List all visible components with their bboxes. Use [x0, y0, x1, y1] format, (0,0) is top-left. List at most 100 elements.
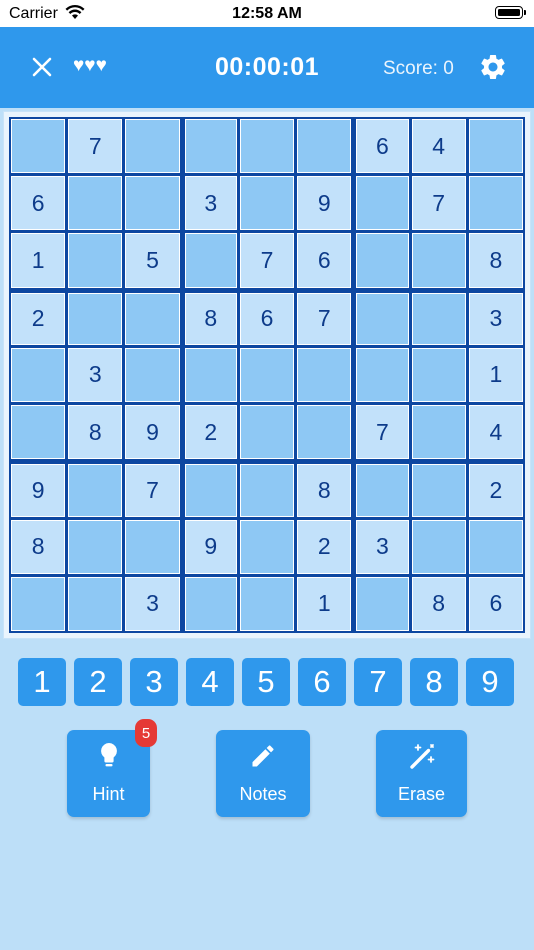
sudoku-cell-r6c1[interactable] [11, 405, 66, 460]
sudoku-cell-r1c9[interactable] [468, 119, 523, 174]
sudoku-cell-r4c5[interactable]: 6 [239, 292, 295, 345]
sudoku-cell-r1c7[interactable]: 6 [356, 119, 409, 174]
numpad-button-3[interactable]: 3 [130, 658, 178, 706]
sudoku-cell-r9c7[interactable] [356, 576, 409, 631]
sudoku-cell-r1c2[interactable]: 7 [68, 119, 123, 174]
sudoku-cell-r6c4[interactable]: 2 [184, 405, 237, 460]
sudoku-cell-r6c6[interactable] [297, 405, 352, 460]
sudoku-cell-r6c8[interactable] [411, 405, 466, 460]
numpad-button-2[interactable]: 2 [74, 658, 122, 706]
sudoku-cell-r2c5[interactable] [239, 176, 295, 231]
sudoku-cell-r8c2[interactable] [68, 519, 123, 574]
sudoku-cell-r5c9[interactable]: 1 [468, 347, 523, 403]
sudoku-cell-r4c7[interactable] [356, 292, 409, 345]
app-bar: ♥♥♥ 00:00:01 Score: 0 [0, 27, 534, 108]
sudoku-cell-r6c2[interactable]: 8 [68, 405, 123, 460]
sudoku-cell-r1c1[interactable] [11, 119, 66, 174]
sudoku-cell-r9c3[interactable]: 3 [125, 576, 180, 631]
sudoku-cell-r4c3[interactable] [125, 292, 180, 345]
settings-button[interactable] [478, 52, 508, 82]
sudoku-cell-r1c4[interactable] [184, 119, 237, 174]
erase-label: Erase [397, 784, 446, 804]
sudoku-cell-r8c1[interactable]: 8 [11, 519, 66, 574]
sudoku-cell-r5c1[interactable] [11, 347, 66, 403]
sudoku-cell-r3c4[interactable] [184, 233, 237, 288]
sudoku-cell-r6c3[interactable]: 9 [125, 405, 180, 460]
numpad-button-7[interactable]: 7 [354, 658, 402, 706]
numpad-button-6[interactable]: 6 [298, 658, 346, 706]
gear-icon [481, 54, 505, 79]
sudoku-cell-r5c7[interactable] [356, 347, 409, 403]
sudoku-cell-r7c2[interactable] [68, 464, 123, 517]
sudoku-cell-r2c7[interactable] [356, 176, 409, 231]
sudoku-cell-r9c5[interactable] [239, 576, 295, 631]
sudoku-cell-r7c5[interactable] [239, 464, 295, 517]
sudoku-cell-r8c3[interactable] [125, 519, 180, 574]
numpad-button-4[interactable]: 4 [186, 658, 234, 706]
sudoku-cell-r5c6[interactable] [297, 347, 352, 403]
sudoku-cell-r4c1[interactable]: 2 [11, 292, 66, 345]
sudoku-cell-r2c6[interactable]: 9 [297, 176, 352, 231]
sudoku-cell-r8c7[interactable]: 3 [356, 519, 409, 574]
sudoku-cell-r7c8[interactable] [411, 464, 466, 517]
sudoku-cell-r1c3[interactable] [125, 119, 180, 174]
erase-button[interactable]: Erase [376, 730, 467, 817]
sudoku-cell-r6c9[interactable]: 4 [468, 405, 523, 460]
sudoku-cell-r5c5[interactable] [239, 347, 295, 403]
sudoku-cell-r4c8[interactable] [411, 292, 466, 345]
numpad-button-5[interactable]: 5 [242, 658, 290, 706]
sudoku-cell-r2c9[interactable] [468, 176, 523, 231]
sudoku-cell-r3c1[interactable]: 1 [11, 233, 66, 288]
number-pad: 123456789 [0, 658, 534, 706]
sudoku-cell-r2c2[interactable] [68, 176, 123, 231]
sudoku-cell-r2c4[interactable]: 3 [184, 176, 237, 231]
sudoku-cell-r7c3[interactable]: 7 [125, 464, 180, 517]
sudoku-cell-r2c8[interactable]: 7 [411, 176, 466, 231]
sudoku-cell-r4c6[interactable]: 7 [297, 292, 352, 345]
sudoku-cell-r2c3[interactable] [125, 176, 180, 231]
sudoku-cell-r9c9[interactable]: 6 [468, 576, 523, 631]
game-timer: 00:00:01 [214, 53, 320, 81]
sudoku-cell-r5c4[interactable] [184, 347, 237, 403]
sudoku-cell-r7c6[interactable]: 8 [297, 464, 352, 517]
sudoku-cell-r3c6[interactable]: 6 [297, 233, 352, 288]
battery-icon [495, 6, 526, 19]
sudoku-cell-r7c7[interactable] [356, 464, 409, 517]
notes-button[interactable]: Notes [216, 730, 310, 817]
numpad-button-8[interactable]: 8 [410, 658, 458, 706]
sudoku-cell-r9c4[interactable] [184, 576, 237, 631]
sudoku-cell-r5c8[interactable] [411, 347, 466, 403]
sudoku-cell-r7c1[interactable]: 9 [11, 464, 66, 517]
sudoku-cell-r3c7[interactable] [356, 233, 409, 288]
sudoku-cell-r9c8[interactable]: 8 [411, 576, 466, 631]
sudoku-cell-r3c3[interactable]: 5 [125, 233, 180, 288]
sudoku-cell-r3c2[interactable] [68, 233, 123, 288]
sudoku-cell-r7c9[interactable]: 2 [468, 464, 523, 517]
sudoku-cell-r8c4[interactable]: 9 [184, 519, 237, 574]
sudoku-cell-r8c5[interactable] [239, 519, 295, 574]
sudoku-cell-r5c2[interactable]: 3 [68, 347, 123, 403]
sudoku-cell-r3c8[interactable] [411, 233, 466, 288]
sudoku-cell-r1c8[interactable]: 4 [411, 119, 466, 174]
sudoku-grid: 764639715768286733189274978289233186 [9, 117, 525, 633]
numpad-button-1[interactable]: 1 [18, 658, 66, 706]
sudoku-cell-r4c4[interactable]: 8 [184, 292, 237, 345]
sudoku-cell-r2c1[interactable]: 6 [11, 176, 66, 231]
sudoku-cell-r4c9[interactable]: 3 [468, 292, 523, 345]
sudoku-cell-r3c9[interactable]: 8 [468, 233, 523, 288]
sudoku-cell-r9c1[interactable] [11, 576, 66, 631]
sudoku-cell-r9c2[interactable] [68, 576, 123, 631]
sudoku-cell-r1c6[interactable] [297, 119, 352, 174]
sudoku-cell-r8c9[interactable] [468, 519, 523, 574]
sudoku-cell-r4c2[interactable] [68, 292, 123, 345]
sudoku-cell-r6c7[interactable]: 7 [356, 405, 409, 460]
sudoku-cell-r6c5[interactable] [239, 405, 295, 460]
sudoku-cell-r3c5[interactable]: 7 [239, 233, 295, 288]
sudoku-cell-r9c6[interactable]: 1 [297, 576, 352, 631]
sudoku-cell-r8c8[interactable] [411, 519, 466, 574]
sudoku-cell-r7c4[interactable] [184, 464, 237, 517]
sudoku-cell-r5c3[interactable] [125, 347, 180, 403]
numpad-button-9[interactable]: 9 [466, 658, 514, 706]
sudoku-cell-r8c6[interactable]: 2 [297, 519, 352, 574]
sudoku-cell-r1c5[interactable] [239, 119, 295, 174]
